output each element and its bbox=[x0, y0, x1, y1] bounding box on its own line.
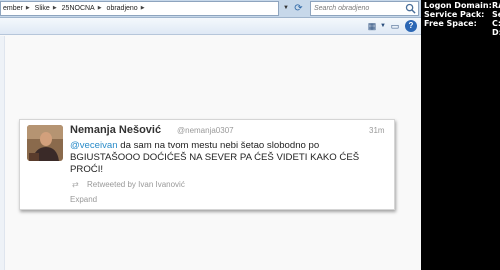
retweet-icon: ⇄ bbox=[72, 180, 79, 189]
views-dropdown-icon[interactable]: ▼ bbox=[379, 20, 387, 33]
help-icon[interactable]: ? bbox=[405, 20, 417, 32]
breadcrumb-item[interactable]: Slike bbox=[35, 2, 50, 15]
chevron-right-icon[interactable]: ▶ bbox=[26, 2, 30, 15]
search-icon[interactable] bbox=[405, 3, 416, 14]
preview-pane-icon[interactable]: ▭ bbox=[389, 20, 401, 33]
chevron-right-icon[interactable]: ▶ bbox=[53, 2, 57, 15]
tweet-text: @veceivan da sam na tvom mestu nebi šeta… bbox=[70, 140, 388, 176]
breadcrumb-item[interactable]: obradjeno bbox=[107, 2, 138, 15]
chevron-right-icon[interactable]: ▶ bbox=[141, 2, 145, 15]
navigation-pane-edge[interactable] bbox=[0, 36, 5, 270]
info-value: C: bbox=[492, 19, 500, 28]
tweet-author-handle[interactable]: @nemanja0307 bbox=[177, 126, 234, 135]
address-dropdown-icon[interactable]: ▼ bbox=[281, 1, 291, 16]
refresh-icon[interactable]: ⟳ bbox=[292, 2, 305, 15]
chevron-right-icon[interactable]: ▶ bbox=[98, 2, 102, 15]
info-label: Free Space: bbox=[424, 19, 477, 28]
views-icon[interactable]: ▦ bbox=[365, 20, 379, 33]
info-value: D: bbox=[492, 28, 500, 37]
avatar[interactable] bbox=[27, 125, 63, 161]
info-label: Service Pack: bbox=[424, 10, 485, 19]
retweeted-by-label[interactable]: Retweeted by Ivan Ivanović bbox=[87, 180, 185, 189]
avatar-photo bbox=[27, 125, 63, 161]
info-value: RA bbox=[492, 1, 500, 10]
search-input[interactable]: Search obradjeno bbox=[314, 2, 369, 15]
retweet-info: ⇄ Retweeted by Ivan Ivanović bbox=[72, 180, 185, 189]
info-label: Logon Domain: bbox=[424, 1, 492, 10]
command-bar: ▦ ▼ ▭ ? bbox=[0, 18, 421, 35]
address-bar-row: ember ▶ Slike ▶ 25NOCNA ▶ obradjeno ▶ ▼ ⟳ Se… bbox=[0, 0, 421, 18]
search-box[interactable]: Search obradjeno bbox=[310, 1, 419, 16]
expand-link[interactable]: Expand bbox=[70, 195, 97, 204]
tweet-author-name[interactable]: Nemanja Nešović bbox=[70, 124, 161, 136]
system-info-overlay: Logon Domain: RA Service Pack: Se Free S… bbox=[421, 0, 500, 270]
tweet-timestamp[interactable]: 31m bbox=[369, 126, 385, 135]
explorer-window: ember ▶ Slike ▶ 25NOCNA ▶ obradjeno ▶ ▼ ⟳ Se… bbox=[0, 0, 421, 270]
address-bar[interactable]: ember ▶ Slike ▶ 25NOCNA ▶ obradjeno ▶ bbox=[0, 1, 279, 16]
breadcrumb-item[interactable]: 25NOCNA bbox=[62, 2, 95, 15]
breadcrumb-item[interactable]: ember bbox=[3, 2, 23, 15]
tweet-card[interactable]: Nemanja Nešović @nemanja0307 31m @veceiv… bbox=[19, 119, 395, 210]
info-value: Se bbox=[492, 10, 500, 19]
mention-link[interactable]: @veceivan bbox=[70, 140, 118, 151]
